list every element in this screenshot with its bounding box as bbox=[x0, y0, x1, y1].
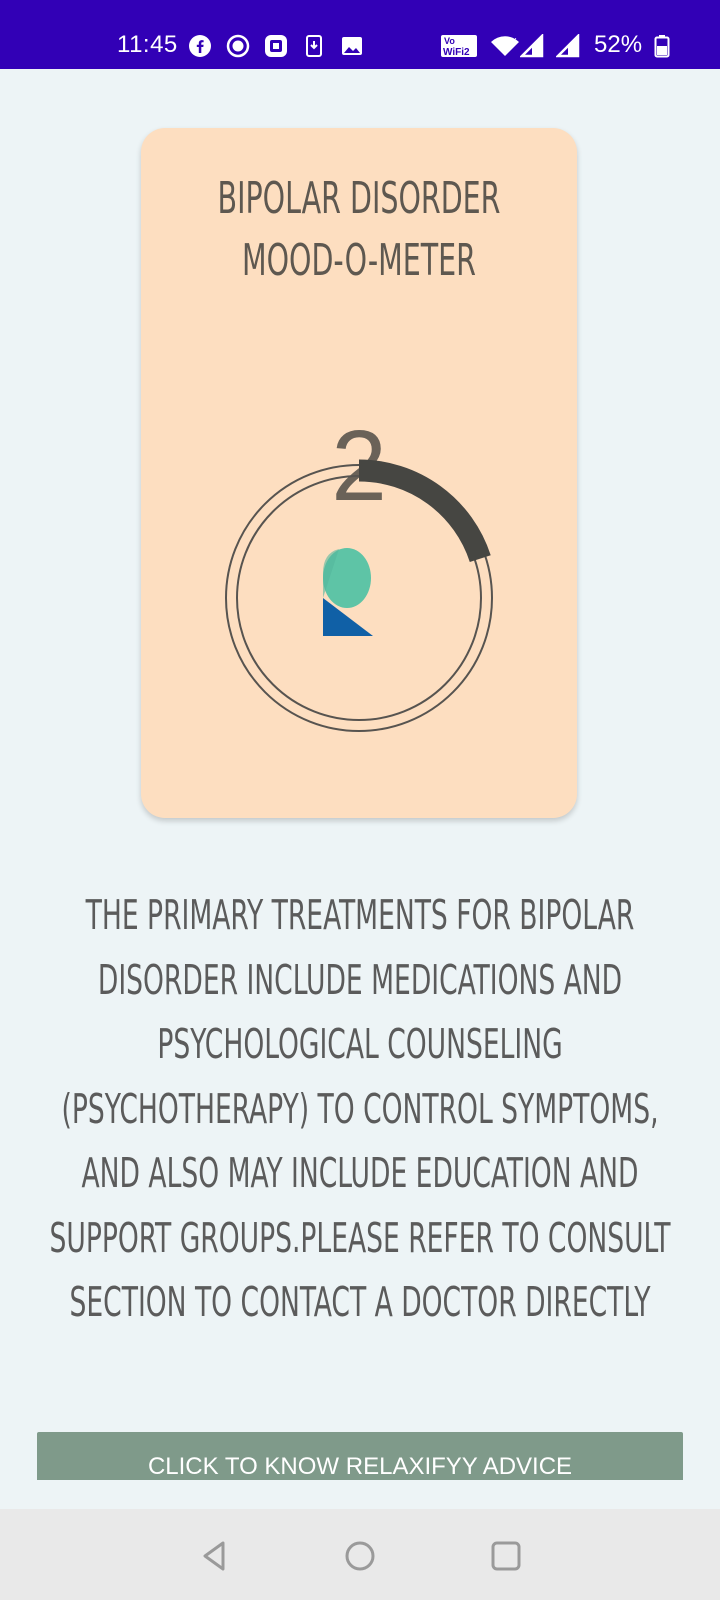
relaxifyy-logo-icon bbox=[323, 548, 373, 636]
recents-icon[interactable] bbox=[483, 1533, 529, 1579]
svg-text:x: x bbox=[512, 35, 517, 45]
svg-text:Vo: Vo bbox=[444, 36, 455, 46]
mood-meter-card: BIPOLAR DISORDER MOOD-O-METER 2 bbox=[141, 128, 577, 818]
signal-icon bbox=[520, 34, 544, 58]
app-icon bbox=[265, 35, 287, 57]
facebook-icon bbox=[189, 35, 211, 57]
svg-text:WiFi2: WiFi2 bbox=[443, 47, 470, 58]
treatment-info-text: THE PRIMARY TREATMENTS FOR BIPOLAR DISOR… bbox=[49, 891, 671, 1326]
signal-icon bbox=[556, 34, 580, 58]
battery-percent: 52% bbox=[594, 31, 643, 58]
home-icon[interactable] bbox=[337, 1533, 383, 1579]
mood-meter bbox=[225, 459, 493, 732]
download-icon bbox=[306, 35, 322, 57]
status-bar: 11:45 Vo WiFi2 x 52% bbox=[0, 0, 720, 69]
navigation-bar bbox=[0, 1509, 720, 1600]
status-time: 11:45 bbox=[117, 31, 178, 58]
image-icon bbox=[342, 37, 362, 55]
relaxifyy-advice-button[interactable]: CLICK TO KNOW RELAXIFYY ADVICE bbox=[37, 1432, 683, 1480]
record-icon bbox=[226, 34, 250, 58]
wifi-icon: x bbox=[491, 35, 519, 56]
vowifi-icon: Vo WiFi2 bbox=[441, 35, 477, 58]
battery-icon bbox=[654, 35, 670, 58]
back-icon[interactable] bbox=[191, 1533, 237, 1579]
card-title: BIPOLAR DISORDER MOOD-O-METER bbox=[217, 173, 501, 286]
meter-progress-arc bbox=[358, 459, 491, 563]
